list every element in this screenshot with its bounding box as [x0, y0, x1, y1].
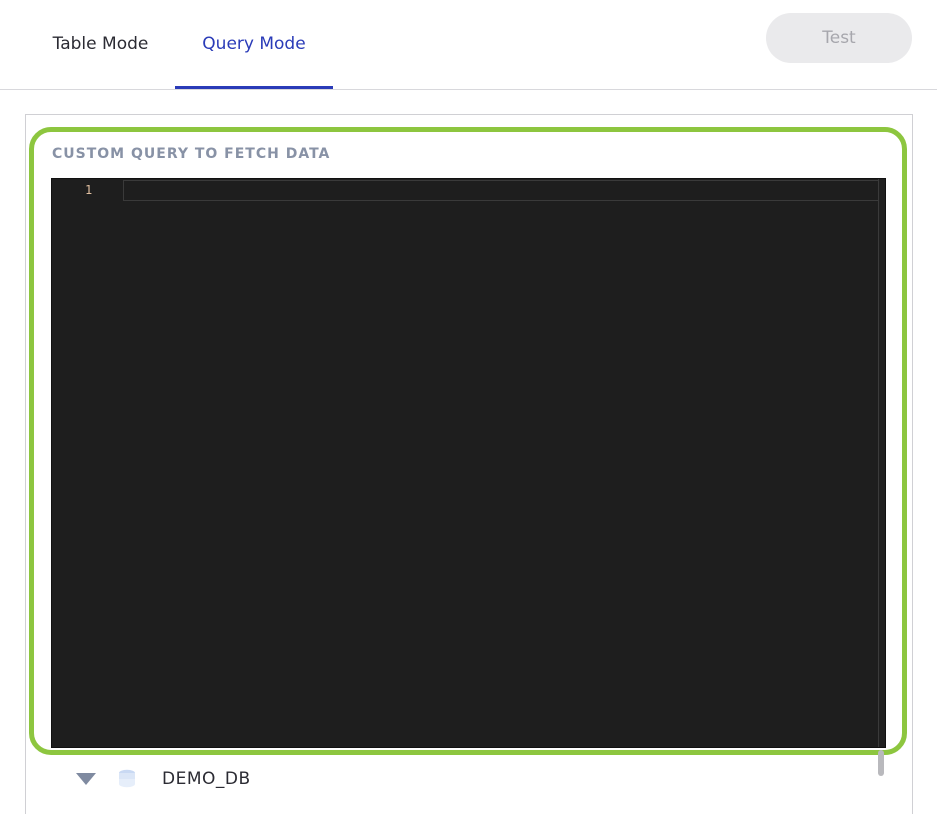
- active-tab-indicator: [175, 86, 333, 89]
- editor-scrollbar[interactable]: [878, 179, 885, 747]
- page-scrollbar-thumb[interactable]: [878, 750, 884, 776]
- test-button[interactable]: Test: [766, 13, 912, 63]
- caret-down-icon[interactable]: [76, 773, 96, 785]
- query-section-label: CUSTOM QUERY TO FETCH DATA: [52, 146, 331, 162]
- tab-table-mode-label: Table Mode: [52, 34, 149, 54]
- tab-query-mode-label: Query Mode: [202, 34, 306, 54]
- active-editor-line[interactable]: [123, 180, 885, 201]
- tab-query-mode[interactable]: Query Mode: [175, 0, 333, 89]
- query-editor[interactable]: 1: [51, 178, 886, 748]
- schema-tree-item-database[interactable]: DEMO_DB: [76, 764, 251, 794]
- tab-table-mode[interactable]: Table Mode: [28, 0, 173, 88]
- mode-tab-bar: Table Mode Query Mode Test: [0, 0, 937, 90]
- line-number: 1: [85, 183, 93, 197]
- database-icon: [119, 769, 135, 788]
- database-name: DEMO_DB: [162, 769, 251, 789]
